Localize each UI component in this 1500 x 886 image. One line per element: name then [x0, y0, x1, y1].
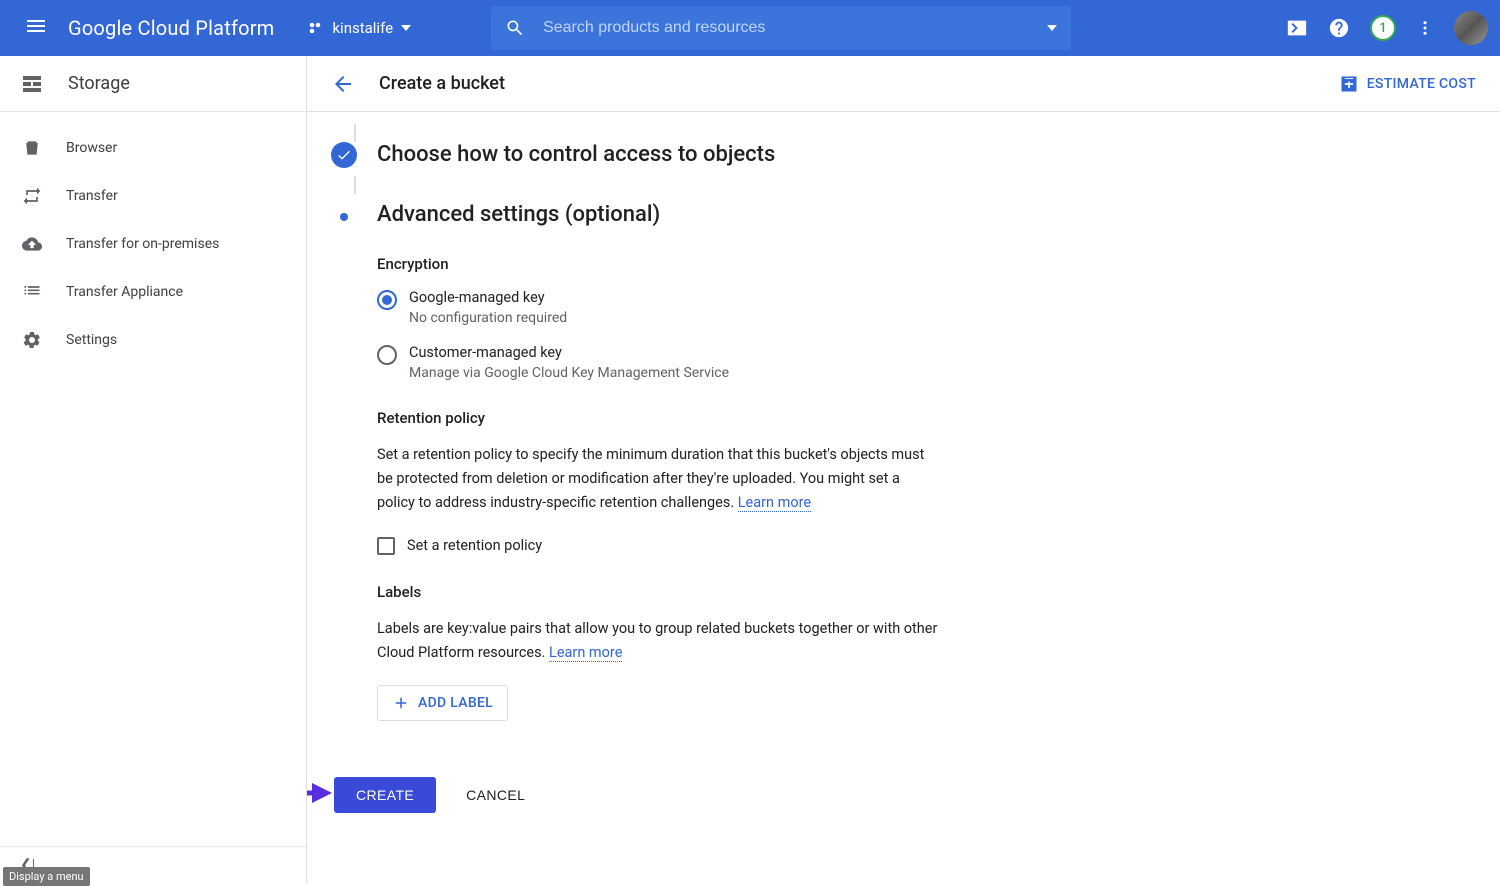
sidebar-item-label: Transfer Appliance — [66, 284, 183, 300]
radio-customer-managed-key[interactable]: Customer-managed key Manage via Google C… — [377, 344, 1263, 381]
radio-label: Google-managed key — [409, 289, 567, 306]
add-label-button[interactable]: ADD LABEL — [377, 685, 508, 721]
step-current-indicator — [331, 213, 357, 221]
sidebar-title: Storage — [68, 73, 130, 94]
cloud-shell-icon[interactable] — [1286, 17, 1308, 39]
main-content: Create a bucket ESTIMATE COST Choose how… — [307, 56, 1500, 883]
retention-description: Set a retention policy to specify the mi… — [377, 446, 924, 511]
main-header: Create a bucket ESTIMATE COST — [307, 56, 1500, 112]
sidebar-item-label: Transfer for on-premises — [66, 236, 219, 252]
gcp-logo[interactable]: Google Cloud Platform — [68, 16, 274, 40]
retention-heading: Retention policy — [377, 409, 1263, 427]
sidebar-item-transfer-onprem[interactable]: Transfer for on-premises — [0, 220, 306, 268]
sidebar-footer: ❮| Display a menu — [0, 846, 306, 883]
search-dropdown-icon[interactable] — [1047, 25, 1057, 31]
checkbox-unchecked-icon — [377, 537, 395, 555]
retention-checkbox[interactable]: Set a retention policy — [377, 537, 1263, 555]
menu-icon[interactable] — [12, 2, 60, 54]
notifications-badge[interactable]: 1 — [1370, 15, 1396, 41]
sidebar-item-transfer-appliance[interactable]: Transfer Appliance — [0, 268, 306, 316]
annotation-arrow — [307, 778, 332, 812]
sidebar-item-label: Transfer — [66, 188, 118, 204]
sidebar: Storage Browser Transfer Transfer for on… — [0, 56, 307, 883]
labels-heading: Labels — [377, 583, 1263, 601]
estimate-cost-link[interactable]: ESTIMATE COST — [1339, 74, 1476, 94]
search-input[interactable] — [543, 19, 1035, 37]
calculator-icon — [1339, 74, 1359, 94]
plus-icon — [392, 694, 410, 712]
checkbox-label: Set a retention policy — [407, 537, 542, 554]
retention-learn-more-link[interactable]: Learn more — [738, 494, 811, 512]
create-button[interactable]: CREATE — [334, 777, 436, 813]
labels-description: Labels are key:value pairs that allow yo… — [377, 620, 937, 661]
search-box[interactable] — [491, 6, 1071, 50]
sidebar-item-transfer[interactable]: Transfer — [0, 172, 306, 220]
more-icon[interactable] — [1416, 17, 1434, 39]
project-selector[interactable]: kinstalife — [298, 13, 419, 43]
step-completed-row[interactable]: Choose how to control access to objects — [331, 142, 1263, 168]
add-label-text: ADD LABEL — [418, 695, 493, 711]
step-completed-title: Choose how to control access to objects — [377, 142, 775, 167]
appliance-icon — [22, 282, 42, 302]
header-actions: 1 — [1286, 11, 1488, 45]
storage-icon — [20, 72, 44, 96]
chevron-down-icon — [401, 25, 411, 31]
encryption-heading: Encryption — [377, 255, 1263, 273]
bucket-icon — [22, 138, 42, 158]
back-arrow-icon[interactable] — [331, 72, 355, 96]
search-icon — [505, 18, 525, 38]
labels-learn-more-link[interactable]: Learn more — [549, 644, 622, 662]
estimate-cost-label: ESTIMATE COST — [1367, 76, 1476, 92]
sidebar-item-label: Settings — [66, 332, 117, 348]
check-icon — [331, 142, 357, 168]
tooltip: Display a menu — [3, 867, 90, 886]
sidebar-item-browser[interactable]: Browser — [0, 124, 306, 172]
sidebar-header: Storage — [0, 56, 306, 112]
step-current-title: Advanced settings (optional) — [377, 202, 660, 227]
sidebar-item-label: Browser — [66, 140, 117, 156]
project-name: kinstalife — [332, 19, 393, 37]
radio-checked-icon — [377, 290, 397, 310]
radio-helper: No configuration required — [409, 310, 567, 326]
cloud-upload-icon — [22, 234, 42, 254]
radio-helper: Manage via Google Cloud Key Management S… — [409, 365, 729, 381]
radio-label: Customer-managed key — [409, 344, 729, 361]
page-title: Create a bucket — [379, 73, 505, 94]
avatar[interactable] — [1454, 11, 1488, 45]
radio-google-managed-key[interactable]: Google-managed key No configuration requ… — [377, 289, 1263, 326]
sidebar-item-settings[interactable]: Settings — [0, 316, 306, 364]
top-header: Google Cloud Platform kinstalife 1 — [0, 0, 1500, 56]
transfer-icon — [22, 186, 42, 206]
gear-icon — [22, 330, 42, 350]
help-icon[interactable] — [1328, 17, 1350, 39]
radio-unchecked-icon — [377, 345, 397, 365]
cancel-button[interactable]: CANCEL — [466, 787, 525, 803]
